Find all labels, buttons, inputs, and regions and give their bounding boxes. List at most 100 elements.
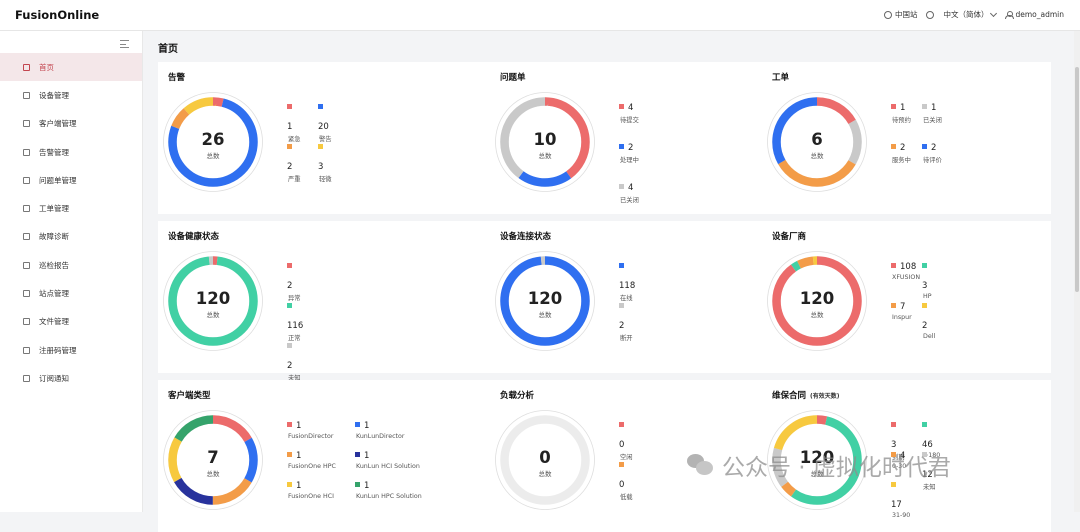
sidebar-item-3[interactable]: 告警管理 — [0, 138, 142, 166]
legend-item[interactable]: 2 严重 — [287, 135, 301, 183]
legend-swatch — [922, 452, 927, 457]
legend-item[interactable]: 0 低载 — [619, 453, 633, 501]
legend-swatch — [287, 263, 292, 268]
panel-title-text: 问题单 — [500, 73, 526, 83]
header-actions: 中国站 中文（简体） demo_admin — [883, 9, 1064, 20]
legend-item[interactable]: 2 断开 — [619, 294, 633, 342]
sidebar-item-11[interactable]: 订阅通知 — [0, 364, 142, 392]
panel-title-text: 客户端类型 — [168, 391, 211, 401]
legend-swatch — [619, 184, 624, 189]
panel-title: 维保合同 (有效天数) — [772, 389, 840, 401]
page-scrollbar[interactable] — [1074, 31, 1080, 512]
legend-value: 0 — [619, 480, 625, 490]
legend-item[interactable]: 2 处理中 — [619, 135, 639, 164]
legend-item[interactable]: 17 31-90 — [891, 473, 910, 519]
legend-item[interactable]: 1 已关闭 — [922, 95, 942, 124]
legend-item[interactable]: 1 FusionDirector — [287, 413, 333, 440]
legend-item[interactable]: 1 FusionOne HCI — [287, 473, 334, 500]
donut-total-label: 总数 — [810, 311, 824, 319]
legend-item[interactable]: 4 待提交 — [619, 95, 639, 124]
site-label: 中国站 — [894, 10, 918, 19]
sidebar-item-8[interactable]: 站点管理 — [0, 279, 142, 307]
donut-total-label: 总数 — [810, 470, 824, 478]
legend-swatch — [619, 263, 624, 268]
top-bar: FusionOnline 中国站 中文（简体） demo_admin — [0, 0, 1080, 31]
legend-value: 2 — [619, 321, 625, 331]
legend-swatch — [891, 263, 896, 268]
main-content: 首页 告警 26 总数 1 紧急 20 警告 2 严重 3 轻微 问题单 10 总数 4 待提交 2 处理中 4 已关… — [143, 31, 1080, 532]
sidebar-item-10[interactable]: 注册码管理 — [0, 336, 142, 364]
legend-swatch — [619, 462, 624, 467]
legend-item[interactable]: 12 未知 — [922, 443, 936, 491]
sidebar-item-1[interactable]: 设备管理 — [0, 81, 142, 109]
legend-item[interactable]: 1 KunLunDirector — [355, 413, 404, 440]
legend-item[interactable]: 1 KunLun HCI Solution — [355, 443, 420, 470]
legend-swatch — [287, 452, 292, 457]
donut-total: 26 — [201, 130, 225, 149]
panel-title: 问题单 — [500, 71, 526, 83]
language-selector[interactable]: 中文（简体） — [943, 9, 998, 20]
scrollbar-thumb[interactable] — [1075, 67, 1079, 292]
legend-item[interactable]: 4 已关闭 — [619, 175, 639, 204]
legend-item[interactable]: 2 未知 — [287, 334, 301, 382]
panel-title: 告警 — [168, 71, 185, 83]
legend-item[interactable]: 108 XFUSION — [891, 254, 920, 281]
help-button[interactable] — [926, 10, 935, 19]
sidebar-item-label: 设备管理 — [39, 90, 69, 100]
site-selector[interactable]: 中国站 — [883, 9, 918, 20]
app-title: FusionOnline — [15, 8, 100, 22]
panel-4: 设备连接状态 120 总数 118 在线 2 断开 — [490, 221, 770, 373]
sidebar-item-label: 文件管理 — [39, 317, 69, 327]
panel-title: 客户端类型 — [168, 389, 211, 401]
legend-label: XFUSION — [892, 274, 921, 281]
legend-item[interactable]: 1 KunLun HPC Solution — [355, 473, 422, 500]
legend-value: 2 — [900, 143, 906, 153]
language-label: 中文（简体） — [943, 10, 989, 19]
sidebar-item-4[interactable]: 问题单管理 — [0, 166, 142, 194]
legend-swatch — [355, 482, 360, 487]
donut-total: 120 — [799, 289, 835, 308]
globe-icon — [883, 10, 892, 19]
legend-label: KunLun HCI Solution — [356, 463, 420, 470]
legend-label: 未知 — [923, 484, 936, 491]
sidebar-item-7[interactable]: 巡检报告 — [0, 251, 142, 279]
sidebar-item-label: 巡检报告 — [39, 260, 69, 270]
panel-title: 设备健康状态 — [168, 230, 219, 242]
legend-swatch — [287, 303, 292, 308]
legend-item[interactable]: 1 FusionOne HPC — [287, 443, 336, 470]
legend-label: 处理中 — [620, 157, 639, 164]
sidebar-item-0[interactable]: 首页 — [0, 53, 142, 82]
legend-swatch — [922, 303, 927, 308]
donut-total: 120 — [195, 289, 231, 308]
legend-label: 严重 — [288, 176, 301, 183]
sidebar-item-9[interactable]: 文件管理 — [0, 308, 142, 336]
legend-item[interactable]: 2 服务中 — [891, 135, 911, 164]
sidebar-item-2[interactable]: 客户端管理 — [0, 110, 142, 138]
legend-value: 3 — [922, 281, 928, 291]
sidebar-item-5[interactable]: 工单管理 — [0, 194, 142, 222]
legend-item[interactable]: 3 轻微 — [318, 135, 332, 183]
panel-6: 客户端类型 7 总数 1 FusionDirector 1 KunLunDirector 1 F… — [158, 380, 438, 532]
panel-2: 工单 6 总数 1 待预约 1 已关闭 2 服务中 2 待评价 — [762, 62, 1051, 214]
legend-item[interactable]: 2 待评价 — [922, 135, 942, 164]
legend-value: 1 — [900, 103, 906, 113]
collapse-sidebar-icon[interactable] — [120, 40, 129, 48]
legend-label: Inspur — [892, 314, 912, 321]
donut-total: 6 — [811, 130, 823, 149]
user-menu[interactable]: demo_admin — [1005, 10, 1064, 19]
legend-label: 待评价 — [923, 157, 942, 164]
legend-item[interactable]: 1 待预约 — [891, 95, 911, 124]
donut-total-label: 总数 — [538, 152, 552, 160]
sidebar-item-label: 告警管理 — [39, 147, 69, 157]
sidebar-item-label: 站点管理 — [39, 289, 69, 299]
help-icon — [926, 10, 935, 19]
donut-total: 120 — [799, 448, 835, 467]
legend-item[interactable]: 2 Dell — [922, 294, 935, 340]
legend-label: 服务中 — [892, 157, 911, 164]
legend-item[interactable]: 7 Inspur — [891, 294, 912, 321]
legend-item[interactable]: 4 0-30 — [891, 443, 906, 470]
legend-value: 2 — [931, 143, 937, 153]
sidebar-item-6[interactable]: 故障诊断 — [0, 223, 142, 251]
donut-total: 120 — [527, 289, 563, 308]
legend-value: 4 — [628, 103, 634, 113]
